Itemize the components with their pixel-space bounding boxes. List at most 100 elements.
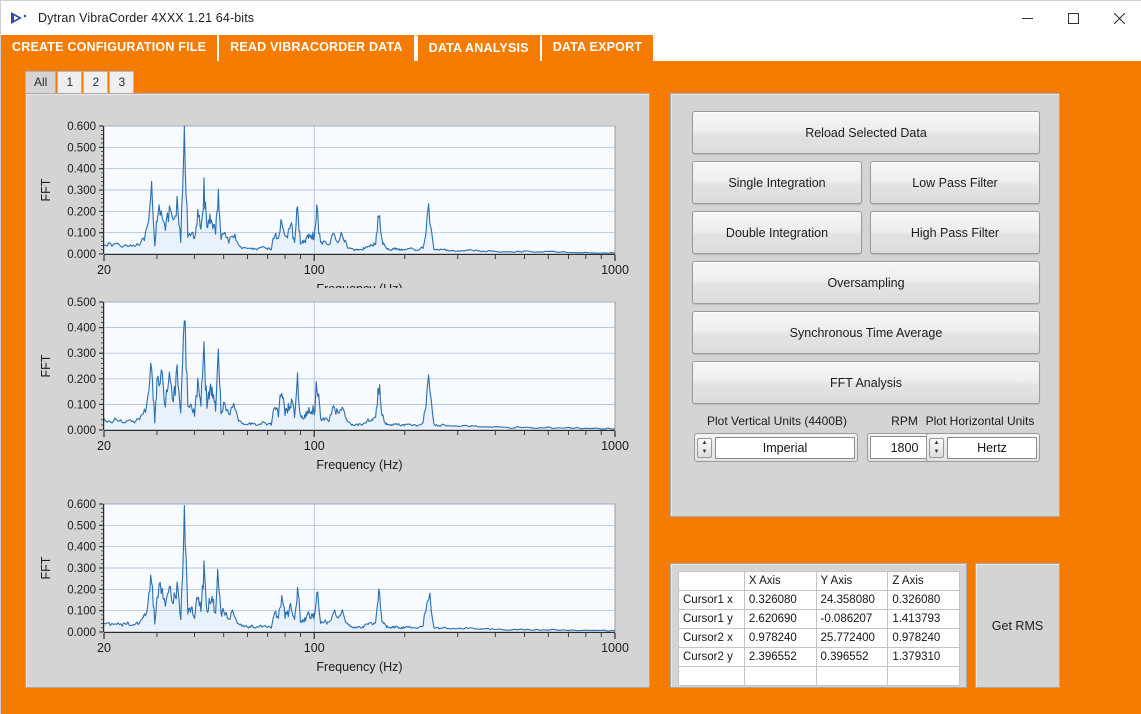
title-bar: Dytran VibraCorder 4XXX 1.21 64-bits <box>1 1 1141 35</box>
cell-value: 2.620690 <box>744 610 816 629</box>
y-axis-tick-label: 0.300 <box>67 563 96 575</box>
x-axis-tick-label: 1000 <box>601 439 629 453</box>
oversampling-button[interactable]: Oversampling <box>692 261 1040 304</box>
row-label <box>679 667 745 686</box>
labview-logo-icon <box>10 10 30 26</box>
tab-data-export[interactable]: DATA EXPORT <box>542 35 655 61</box>
fft-analysis-button[interactable]: FFT Analysis <box>692 361 1040 404</box>
cell-value <box>744 667 816 686</box>
get-rms-button[interactable]: Get RMS <box>992 619 1043 633</box>
x-axis-tick-label: 20 <box>97 641 111 655</box>
cell-value: 1.379310 <box>888 648 960 667</box>
y-axis-tick-label: 0.500 <box>67 520 96 532</box>
cell-value: 2.396552 <box>744 648 816 667</box>
y-axis-label: FFT <box>39 178 53 201</box>
application-window: Dytran VibraCorder 4XXX 1.21 64-bits CRE… <box>0 0 1141 714</box>
y-axis-tick-label: 0.500 <box>67 297 96 309</box>
maximize-icon[interactable] <box>1050 1 1096 35</box>
x-axis-label: Frequency (Hz) <box>316 660 402 674</box>
cell-value <box>888 667 960 686</box>
cell-value: 0.326080 <box>744 591 816 610</box>
fft-plot-panel: 0.000 0.100 0.200 0.300 0.400 0.500 0.600 20 100… <box>25 93 650 688</box>
x-axis-tick-label: 100 <box>304 439 325 453</box>
x-axis-label: Frequency (Hz) <box>316 282 402 288</box>
y-axis-tick-label: 0.400 <box>67 542 96 554</box>
window-title: Dytran VibraCorder 4XXX 1.21 64-bits <box>38 11 254 25</box>
cell-value: 0.396552 <box>816 648 888 667</box>
horizontal-units-spinner-icon[interactable]: ▲ ▼ <box>929 438 944 458</box>
plot-horizontal-units-control[interactable]: ▲ ▼ Hertz <box>926 433 1040 462</box>
vertical-units-spinner-icon[interactable]: ▲ ▼ <box>697 438 712 458</box>
plot-vertical-units-label: Plot Vertical Units (4400B) <box>692 414 862 428</box>
y-axis-tick-label: 0.000 <box>67 249 96 261</box>
minimize-icon[interactable] <box>1004 1 1050 35</box>
sub-tab-3[interactable]: 3 <box>109 71 134 93</box>
spin-up-icon[interactable]: ▲ <box>930 439 943 448</box>
x-axis-tick-label: 100 <box>304 263 325 277</box>
row-label: Cursor2 y <box>679 648 745 667</box>
get-rms-panel: Get RMS <box>975 563 1060 688</box>
col-header-y-axis: Y Axis <box>816 572 888 591</box>
tab-create-configuration-file[interactable]: CREATE CONFIGURATION FILE <box>1 35 219 61</box>
cell-value: 1.413793 <box>888 610 960 629</box>
y-axis-tick-label: 0.100 <box>67 399 96 411</box>
table-row: Cursor2 x0.97824025.7724000.978240 <box>679 629 960 648</box>
fft-chart-y-svg: 0.0000.1000.2000.3000.4000.500201001000F… <box>26 290 649 480</box>
col-header-blank <box>679 572 745 591</box>
y-axis-tick-label: 0.200 <box>67 584 96 596</box>
fft-chart-z[interactable]: 0.000 0.100 0.200 0.300 0.400 0.500 0.600 20 100… <box>26 480 649 680</box>
double-integration-button[interactable]: Double Integration <box>692 211 862 254</box>
single-integration-button[interactable]: Single Integration <box>692 161 862 204</box>
synchronous-time-average-button[interactable]: Synchronous Time Average <box>692 311 1040 354</box>
y-axis-label: FFT <box>39 556 53 579</box>
y-axis-tick-label: 0.500 <box>67 142 96 154</box>
table-row: Cursor1 x0.32608024.3580800.326080 <box>679 591 960 610</box>
analysis-controls-panel: Reload Selected Data Single Integration … <box>670 93 1060 517</box>
close-icon[interactable] <box>1096 1 1141 35</box>
high-pass-filter-button[interactable]: High Pass Filter <box>870 211 1040 254</box>
tab-read-vibracorder-data[interactable]: READ VIBRACORDER DATA <box>219 35 416 61</box>
low-pass-filter-button[interactable]: Low Pass Filter <box>870 161 1040 204</box>
fft-chart-x-svg: 0.0000.1000.2000.3000.4000.5000.60020100… <box>26 96 649 288</box>
window-controls <box>1004 1 1141 35</box>
fft-chart-y[interactable]: 0.0000.1000.2000.3000.4000.500201001000F… <box>26 290 649 480</box>
y-axis-tick-label: 0.100 <box>67 606 96 618</box>
spin-up-icon[interactable]: ▲ <box>698 439 711 448</box>
y-axis-tick-label: 0.600 <box>67 499 96 511</box>
channel-sub-tab-bar: All 1 2 3 <box>25 71 135 93</box>
plot-vertical-units-value[interactable]: Imperial <box>715 437 855 459</box>
y-axis-tick-label: 0.000 <box>67 425 96 437</box>
fft-chart-x[interactable]: 0.0000.1000.2000.3000.4000.5000.60020100… <box>26 96 649 288</box>
sub-tab-all[interactable]: All <box>25 71 56 93</box>
col-header-z-axis: Z Axis <box>888 572 960 591</box>
cell-value: 0.978240 <box>888 629 960 648</box>
x-axis-tick-label: 100 <box>304 641 325 655</box>
x-axis-label: Frequency (Hz) <box>316 458 402 472</box>
y-axis-tick-label: 0.400 <box>67 323 96 335</box>
plot-horizontal-units-value[interactable]: Hertz <box>947 437 1037 459</box>
y-axis-tick-label: 0.600 <box>67 121 96 133</box>
col-header-x-axis: X Axis <box>744 572 816 591</box>
y-axis-tick-label: 0.200 <box>67 206 96 218</box>
cell-value: 0.978240 <box>744 629 816 648</box>
tab-data-analysis[interactable]: DATA ANALYSIS <box>416 35 542 61</box>
reload-selected-data-button[interactable]: Reload Selected Data <box>692 111 1040 154</box>
y-axis-tick-label: 0.300 <box>67 185 96 197</box>
plot-horizontal-units-label: Plot Horizontal Units <box>920 414 1040 428</box>
cursor-table: X Axis Y Axis Z Axis Cursor1 x0.32608024… <box>678 571 960 686</box>
cell-value: 0.326080 <box>888 591 960 610</box>
sub-tab-1[interactable]: 1 <box>57 71 82 93</box>
y-axis-tick-label: 0.200 <box>67 374 96 386</box>
cell-value: 25.772400 <box>816 629 888 648</box>
y-axis-tick-label: 0.000 <box>67 627 96 639</box>
y-axis-tick-label: 0.400 <box>67 164 96 176</box>
plot-vertical-units-control[interactable]: ▲ ▼ Imperial <box>694 433 858 462</box>
x-axis-tick-label: 20 <box>97 439 111 453</box>
cell-value: -0.086207 <box>816 610 888 629</box>
spin-down-icon[interactable]: ▼ <box>698 448 711 457</box>
spin-down-icon[interactable]: ▼ <box>930 448 943 457</box>
row-label: Cursor1 y <box>679 610 745 629</box>
fft-chart-z-svg: 0.000 0.100 0.200 0.300 0.400 0.500 0.600 20 100… <box>26 480 649 680</box>
row-label: Cursor2 x <box>679 629 745 648</box>
sub-tab-2[interactable]: 2 <box>83 71 108 93</box>
